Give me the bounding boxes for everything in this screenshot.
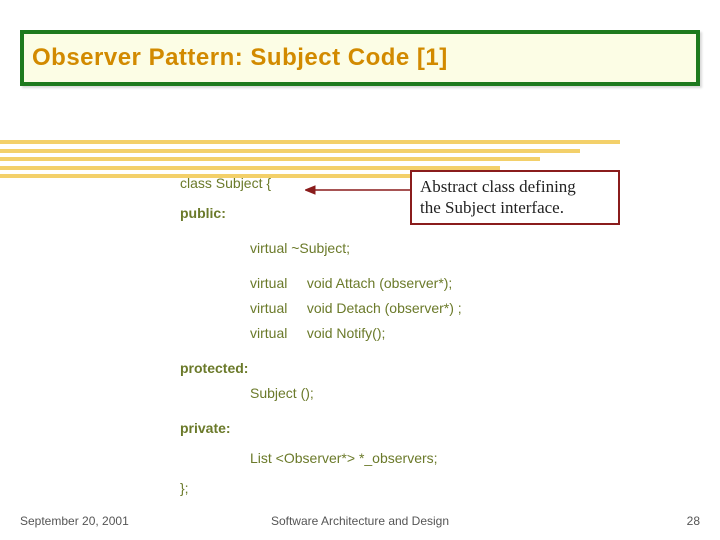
footer-page-number: 28 <box>687 514 700 528</box>
callout-line2: the Subject interface. <box>420 198 564 217</box>
code-line: virtual void Detach (observer*) ; <box>250 300 462 316</box>
callout-line1: Abstract class defining <box>420 177 576 196</box>
code-line: public: <box>180 205 226 221</box>
code-line: protected: <box>180 360 248 376</box>
code-line: virtual void Attach (observer*); <box>250 275 452 291</box>
callout-box: Abstract class defining the Subject inte… <box>410 170 620 225</box>
code-line: private: <box>180 420 231 436</box>
code-line: virtual void Notify(); <box>250 325 385 341</box>
code-line: Subject (); <box>250 385 314 401</box>
code-line: class Subject { <box>180 175 271 191</box>
slide-title-box: Observer Pattern: Subject Code [1] <box>20 30 700 86</box>
slide-title: Observer Pattern: Subject Code [1] <box>32 44 448 71</box>
code-line: List <Observer*> *_observers; <box>250 450 438 466</box>
code-line: }; <box>180 480 189 496</box>
code-line: virtual ~Subject; <box>250 240 350 256</box>
arrow-icon <box>305 183 410 197</box>
footer-center: Software Architecture and Design <box>0 514 720 528</box>
